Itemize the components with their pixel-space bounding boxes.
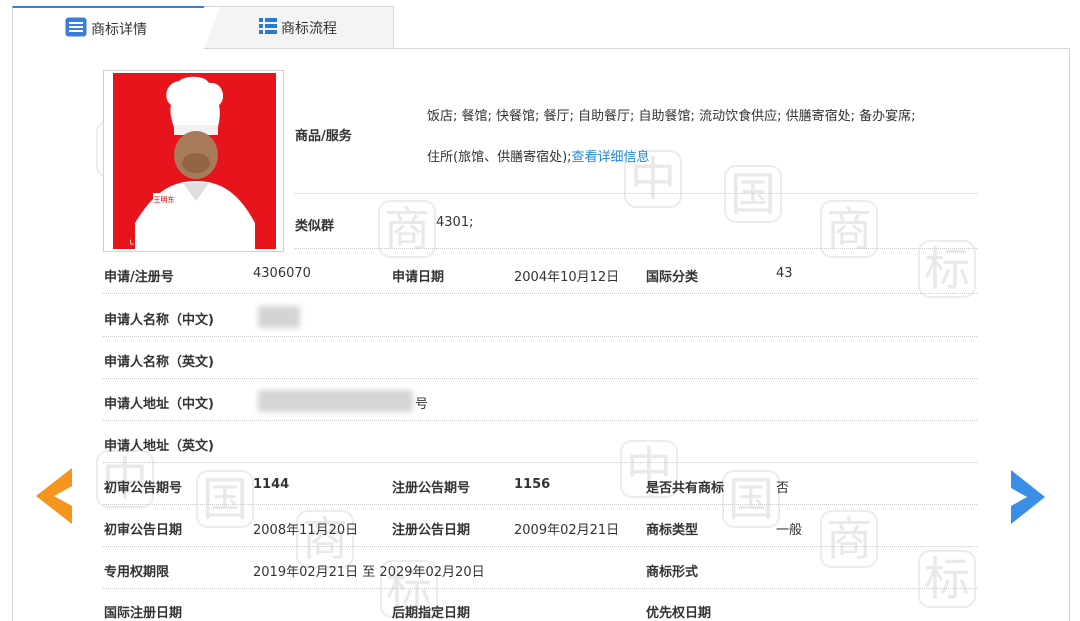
prelim-pub-no-label: 初审公告期号 xyxy=(104,481,183,496)
reg-pub-date-label: 注册公告日期 xyxy=(392,523,471,538)
tab-trademark-details[interactable]: 商标详情 xyxy=(12,6,204,49)
divider xyxy=(103,336,977,337)
goods-line-2-text: 住所(旅馆、供膳寄宿处); xyxy=(427,150,572,165)
applicant-en-label: 申请人名称（英文) xyxy=(104,355,214,370)
reg-no-label: 申请/注册号 xyxy=(104,270,174,285)
reg-no-value: 4306070 xyxy=(253,266,311,281)
flow-list-icon xyxy=(259,18,277,38)
address-cn-value: 号 xyxy=(415,397,429,412)
view-details-link[interactable]: 查看详细信息 xyxy=(572,150,650,165)
prelim-pub-date-label: 初审公告日期 xyxy=(104,523,183,538)
goods-line-2: 住所(旅馆、供膳寄宿处);查看详细信息 xyxy=(427,146,650,165)
divider xyxy=(103,420,977,421)
prelim-pub-no-value: 1144 xyxy=(253,477,290,492)
divider xyxy=(295,193,977,194)
applicant-cn-label: 申请人名称（中文) xyxy=(104,313,214,328)
divider xyxy=(295,248,977,249)
tab-label: 商标流程 xyxy=(281,21,337,37)
tab-label: 商标详情 xyxy=(91,21,147,38)
trademark-logo: 王明东 老不死拉面 LAO BU SI LA MIAN xyxy=(113,73,276,249)
chevron-left-icon xyxy=(36,468,72,524)
tm-type-value: 一般 xyxy=(776,523,803,538)
chevron-right-icon xyxy=(1011,470,1045,524)
redacted-applicant-name xyxy=(258,306,300,328)
reg-pub-date-value: 2009年02月21日 xyxy=(514,523,620,538)
divider xyxy=(103,504,977,505)
prelim-pub-date-value: 2008年11月20日 xyxy=(253,523,359,538)
exclusive-period-value: 2019年02月21日 至 2029年02月20日 xyxy=(253,565,485,580)
watermark-char: 国 xyxy=(724,165,782,223)
watermark-char: 商 xyxy=(378,200,436,258)
exclusive-period-label: 专用权期限 xyxy=(104,565,170,580)
tm-type-label: 商标类型 xyxy=(646,523,699,538)
next-arrow-button[interactable] xyxy=(1011,470,1045,528)
intl-class-value: 43 xyxy=(776,266,793,281)
reg-pub-no-value: 1156 xyxy=(514,477,551,492)
list-detail-icon xyxy=(65,17,87,41)
divider xyxy=(103,378,977,379)
priority-date-label: 优先权日期 xyxy=(646,606,712,621)
watermark-char: 商 xyxy=(820,510,878,568)
watermark-char: 标 xyxy=(918,550,976,608)
prev-arrow-button[interactable] xyxy=(36,468,72,528)
redacted-address xyxy=(258,390,413,412)
reg-pub-no-label: 注册公告期号 xyxy=(392,481,471,496)
similar-group-value: 4301; xyxy=(436,215,474,230)
shared-label: 是否共有商标 xyxy=(646,481,725,496)
divider xyxy=(103,588,977,589)
address-en-label: 申请人地址（英文) xyxy=(104,439,214,454)
watermark-char: 商 xyxy=(820,200,878,258)
intl-class-label: 国际分类 xyxy=(646,270,699,285)
watermark-char: 国 xyxy=(196,470,254,528)
watermark-char: 国 xyxy=(722,470,780,528)
tm-form-label: 商标形式 xyxy=(646,565,699,580)
trademark-image[interactable]: 王明东 老不死拉面 LAO BU SI LA MIAN xyxy=(103,70,284,252)
apply-date-value: 2004年10月12日 xyxy=(514,270,620,285)
shared-value: 否 xyxy=(776,481,790,496)
goods-label: 商品/服务 xyxy=(295,129,352,144)
apply-date-label: 申请日期 xyxy=(392,270,445,285)
divider xyxy=(103,293,977,294)
divider xyxy=(103,462,977,463)
tab-bar: 商标详情 商标流程 xyxy=(12,6,394,50)
similar-group-label: 类似群 xyxy=(295,219,335,234)
intl-reg-date-label: 国际注册日期 xyxy=(104,606,183,621)
goods-line-1: 饭店; 餐馆; 快餐馆; 餐厅; 自助餐厅; 自助餐馆; 流动饮食供应; 供膳寄… xyxy=(427,109,916,124)
tab-trademark-process[interactable]: 商标流程 xyxy=(204,6,394,50)
address-cn-label: 申请人地址（中文) xyxy=(104,397,214,412)
divider xyxy=(103,546,977,547)
later-designation-label: 后期指定日期 xyxy=(392,606,471,621)
